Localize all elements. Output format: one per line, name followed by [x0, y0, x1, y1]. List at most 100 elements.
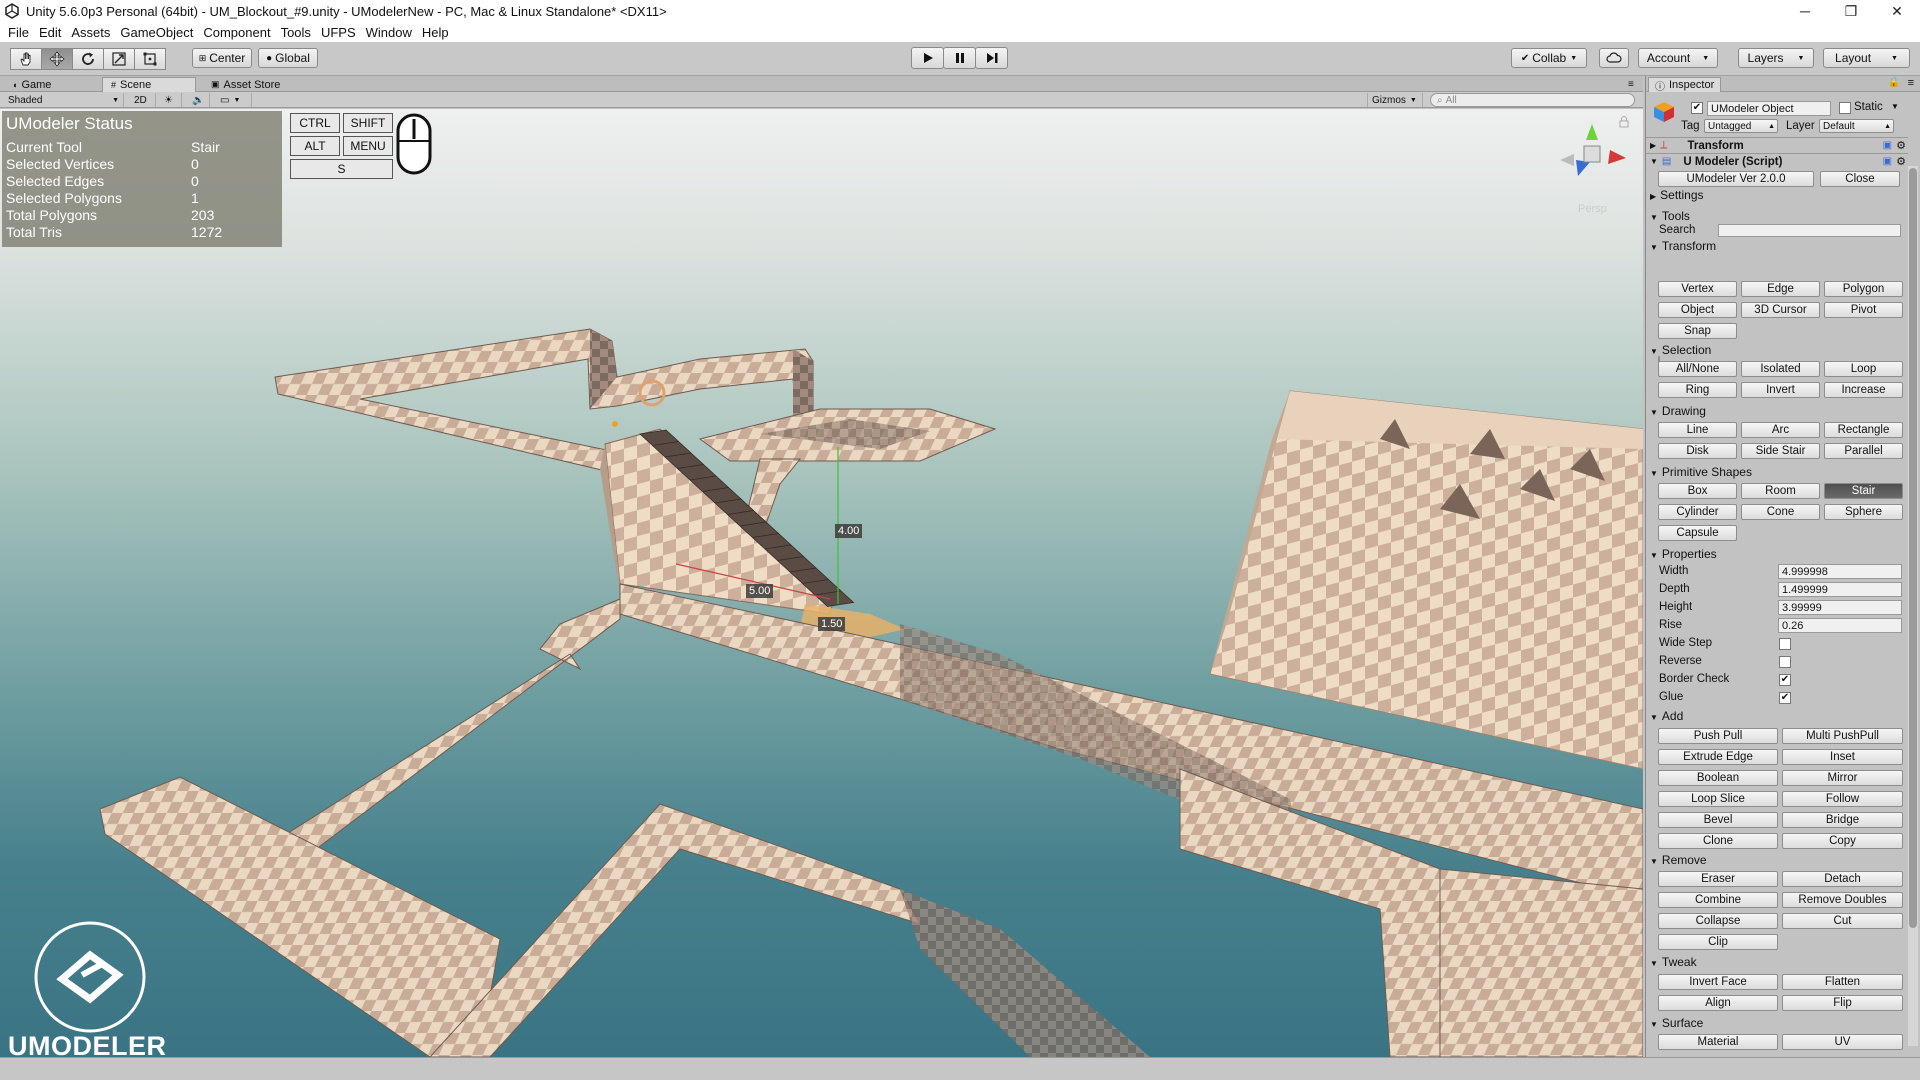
move-tool-button[interactable] [41, 48, 73, 70]
multi-pushpull-button[interactable]: Multi PushPull [1782, 728, 1903, 744]
object-name-field[interactable]: UModeler Object [1707, 101, 1831, 116]
cone-button[interactable]: Cone [1741, 504, 1820, 520]
layout-dropdown[interactable]: Layout ▼ [1823, 48, 1910, 68]
script-component-header[interactable]: ▼ ▤ U Modeler (Script) ▣ ⚙ [1646, 153, 1908, 169]
material-button[interactable]: Material [1658, 1034, 1778, 1050]
help-book-icon[interactable]: ▣ [1883, 156, 1892, 167]
reverse-checkbox[interactable] [1779, 656, 1791, 668]
layers-dropdown[interactable]: Layers ▼ [1738, 48, 1814, 68]
wide-step-checkbox[interactable] [1779, 638, 1791, 650]
all-none-button[interactable]: All/None [1658, 361, 1737, 377]
version-button[interactable]: UModeler Ver 2.0.0 [1658, 171, 1814, 187]
mirror-button[interactable]: Mirror [1782, 770, 1903, 786]
add-section-header[interactable]: ▼ Add [1650, 709, 1683, 723]
scale-tool-button[interactable] [103, 48, 135, 70]
flatten-button[interactable]: Flatten [1782, 974, 1903, 990]
menu-file[interactable]: File [6, 25, 37, 40]
edge-button[interactable]: Edge [1741, 281, 1820, 297]
boolean-button[interactable]: Boolean [1658, 770, 1778, 786]
disk-button[interactable]: Disk [1658, 443, 1737, 459]
lighting-toggle[interactable]: ☀ [160, 93, 182, 107]
dropdown-arrow-icon[interactable]: ▼ [1891, 102, 1899, 111]
play-button[interactable] [911, 47, 944, 69]
tab-inspector[interactable]: ⓘ Inspector [1648, 77, 1722, 93]
lock-icon[interactable]: 🔒 [1888, 77, 1900, 88]
pivot-button[interactable]: Pivot [1824, 302, 1903, 318]
room-button[interactable]: Room [1741, 483, 1820, 499]
account-dropdown[interactable]: Account ▼ [1638, 48, 1718, 68]
extrude-edge-button[interactable]: Extrude Edge [1658, 749, 1778, 765]
lock-icon[interactable] [1617, 115, 1631, 129]
capsule-button[interactable]: Capsule [1658, 525, 1737, 541]
tab-asset-store[interactable]: ▣ Asset Store [203, 77, 323, 92]
menu-component[interactable]: Component [201, 25, 278, 40]
isolated-button[interactable]: Isolated [1741, 361, 1820, 377]
gizmos-dropdown[interactable]: Gizmos ▼ [1367, 93, 1423, 107]
active-checkbox[interactable]: ✔ [1691, 102, 1703, 114]
minimize-button[interactable]: ─ [1782, 0, 1828, 22]
vertex-button[interactable]: Vertex [1658, 281, 1737, 297]
menu-tools[interactable]: Tools [279, 25, 319, 40]
tab-options-menu[interactable]: ≡ [1620, 77, 1640, 92]
parallel-button[interactable]: Parallel [1824, 443, 1903, 459]
gear-icon[interactable]: ⚙ [1896, 139, 1906, 152]
surface-section-header[interactable]: ▼ Surface [1650, 1016, 1703, 1030]
menu-window[interactable]: Window [364, 25, 420, 40]
vertex-handle[interactable] [612, 421, 618, 427]
scrollbar-thumb[interactable] [1909, 168, 1917, 928]
collab-dropdown[interactable]: ✔ Collab ▼ [1511, 48, 1587, 68]
inspector-scrollbar[interactable] [1908, 166, 1918, 1046]
push-pull-button[interactable]: Push Pull [1658, 728, 1778, 744]
pivot-center-toggle[interactable]: ⊞ Center [192, 48, 252, 68]
static-checkbox[interactable] [1839, 102, 1851, 114]
primitive-shapes-section-header[interactable]: ▼ Primitive Shapes [1650, 465, 1752, 479]
maximize-button[interactable]: ❐ [1828, 0, 1874, 22]
rect-tool-button[interactable] [134, 48, 166, 70]
increase-button[interactable]: Increase [1824, 382, 1903, 398]
close-window-button[interactable]: ✕ [1874, 0, 1920, 22]
shading-mode-dropdown[interactable]: Shaded ▼ [4, 93, 124, 107]
sphere-button[interactable]: Sphere [1824, 504, 1903, 520]
menu-gameobject[interactable]: GameObject [118, 25, 201, 40]
close-button[interactable]: Close [1820, 171, 1900, 187]
snap-button[interactable]: Snap [1658, 323, 1737, 339]
eraser-button[interactable]: Eraser [1658, 871, 1778, 887]
tool-search-input[interactable] [1718, 224, 1901, 237]
step-button[interactable] [975, 47, 1008, 69]
rotate-tool-button[interactable] [72, 48, 104, 70]
follow-button[interactable]: Follow [1782, 791, 1903, 807]
tab-game[interactable]: ◖ Game [4, 77, 104, 92]
menu-help[interactable]: Help [420, 25, 457, 40]
menu-assets[interactable]: Assets [69, 25, 118, 40]
transform-section-header[interactable]: ▼ Transform [1650, 239, 1716, 253]
hand-tool-button[interactable] [10, 48, 42, 70]
combine-button[interactable]: Combine [1658, 892, 1778, 908]
scene-search-input[interactable]: ⌕ All [1430, 93, 1635, 107]
width-field[interactable]: 4.999998 [1778, 564, 1902, 579]
polygon-button[interactable]: Polygon [1824, 281, 1903, 297]
gear-icon[interactable]: ⚙ [1896, 155, 1906, 168]
arc-button[interactable]: Arc [1741, 422, 1820, 438]
stair-button[interactable]: Stair [1824, 483, 1903, 499]
line-button[interactable]: Line [1658, 422, 1737, 438]
cylinder-button[interactable]: Cylinder [1658, 504, 1737, 520]
pause-button[interactable] [943, 47, 976, 69]
side-stair-button[interactable]: Side Stair [1741, 443, 1820, 459]
scene-viewport[interactable]: UModeler Status Current Tool Stair Select… [0, 109, 1643, 1057]
clone-button[interactable]: Clone [1658, 833, 1778, 849]
pivot-global-toggle[interactable]: ● Global [258, 48, 318, 68]
tweak-section-header[interactable]: ▼ Tweak [1650, 955, 1697, 969]
audio-toggle[interactable]: 🔈 [188, 93, 210, 107]
loop-slice-button[interactable]: Loop Slice [1658, 791, 1778, 807]
border-check-checkbox[interactable]: ✔ [1779, 674, 1791, 686]
box-button[interactable]: Box [1658, 483, 1737, 499]
loop-button[interactable]: Loop [1824, 361, 1903, 377]
detach-button[interactable]: Detach [1782, 871, 1903, 887]
bevel-button[interactable]: Bevel [1658, 812, 1778, 828]
menu-edit[interactable]: Edit [37, 25, 69, 40]
effects-dropdown[interactable]: ▭ ▼ [216, 93, 252, 107]
flip-button[interactable]: Flip [1782, 995, 1903, 1011]
collapse-button[interactable]: Collapse [1658, 913, 1778, 929]
glue-checkbox[interactable]: ✔ [1779, 692, 1791, 704]
menu-lines-icon[interactable]: ≡ [1908, 77, 1914, 89]
